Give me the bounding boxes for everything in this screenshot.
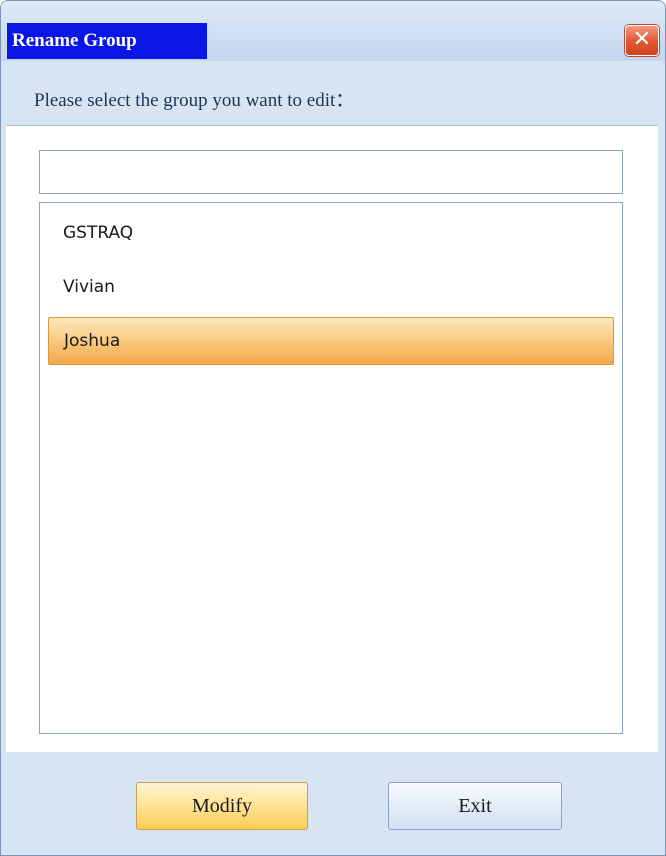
list-item-vivian[interactable]: Vivian (48, 263, 614, 311)
window-title: Rename Group (7, 23, 207, 59)
list-item-joshua[interactable]: Joshua (48, 317, 614, 365)
group-name-input[interactable] (39, 150, 623, 194)
rename-group-dialog: Rename Group ✕ Please select the group y… (0, 0, 666, 856)
list-item-gstraq[interactable]: GSTRAQ (48, 209, 614, 257)
instruction-label: Please select the group you want to edit… (34, 90, 355, 111)
close-button[interactable]: ✕ (625, 25, 659, 56)
content-panel: GSTRAQ Vivian Joshua (6, 125, 658, 752)
group-list[interactable]: GSTRAQ Vivian Joshua (39, 202, 623, 734)
modify-button[interactable]: Modify (136, 782, 308, 830)
exit-button[interactable]: Exit (388, 782, 562, 830)
close-icon: ✕ (632, 27, 652, 52)
title-bar[interactable]: Rename Group ✕ (1, 1, 665, 61)
